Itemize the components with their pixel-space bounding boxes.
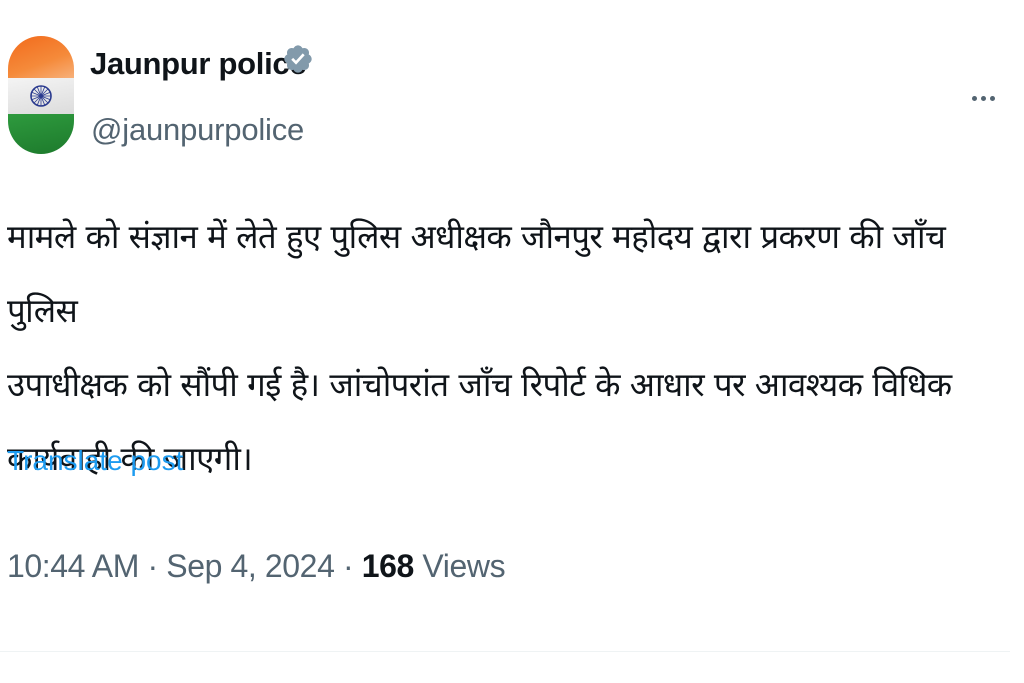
views-label: Views	[413, 548, 506, 584]
meta-separator: ·	[334, 548, 362, 584]
author-display-name[interactable]: Jaunpur police	[90, 46, 307, 82]
more-options-icon[interactable]	[972, 88, 1012, 102]
ashoka-chakra-icon	[30, 85, 52, 107]
flag-saffron-band	[8, 36, 74, 79]
divider	[0, 651, 1010, 652]
post-text-line: उपाधीक्षक को सौंपी गई है। जांचोपरांत जाँ…	[7, 365, 952, 404]
translate-post-link[interactable]: Translate post	[7, 445, 183, 477]
post-metadata: 10:44 AM · Sep 4, 2024 · 168 Views	[7, 548, 506, 585]
post-text-line: मामले को संज्ञान में लेते हुए पुलिस अधीक…	[7, 217, 946, 330]
views-count: 168	[361, 548, 415, 584]
post-time[interactable]: 10:44 AM	[7, 548, 139, 584]
post-date[interactable]: Sep 4, 2024	[166, 548, 335, 584]
flag-green-band	[8, 113, 74, 154]
verified-badge-icon	[284, 45, 312, 73]
meta-separator: ·	[139, 548, 167, 584]
author-handle[interactable]: @jaunpurpolice	[91, 112, 304, 148]
post-container: Jaunpur police @jaunpurpolice मामले को स…	[0, 0, 1024, 683]
avatar[interactable]	[8, 36, 74, 154]
